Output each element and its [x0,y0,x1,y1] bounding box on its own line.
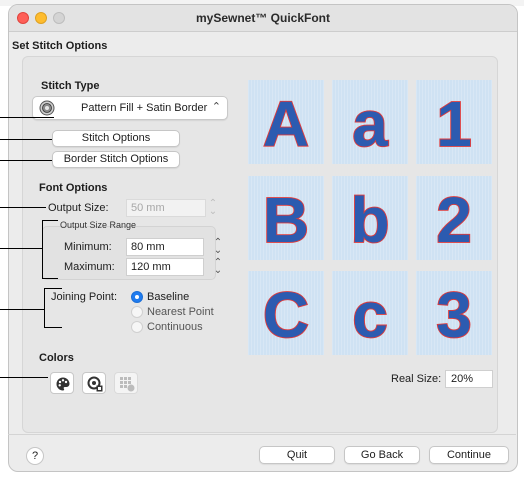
chevron-updown-icon: ⌃ [211,101,221,113]
joining-nearest-point-label: Nearest Point [147,306,214,318]
preview-tile: 2 [416,176,492,260]
preview-glyph: B [263,184,309,256]
preview-glyph: a [352,88,388,160]
callout-line-colors [0,377,48,378]
real-size-field[interactable]: 20% [445,370,493,388]
callout-line-size-range [0,248,42,249]
preview-glyph: 3 [436,279,472,351]
callout-line-output-size [0,207,46,208]
border-stitch-options-button[interactable]: Border Stitch Options [52,151,180,168]
output-size-range-heading: Output Size Range [60,220,137,230]
joining-baseline-label: Baseline [147,291,190,303]
palette-icon [56,377,70,391]
minimum-size-stepper[interactable]: ⌃ ⌄ [213,238,223,256]
joining-nearest-point-radio[interactable] [131,306,143,318]
stitch-type-select[interactable]: Pattern Fill + Satin Border ⌃ [32,96,228,120]
joining-point-label: Joining Point: [51,291,118,303]
preview-tile: 1 [416,80,492,164]
quit-button[interactable]: Quit [259,446,335,464]
fill-pattern-icon [39,100,55,116]
colors-heading: Colors [39,352,74,364]
output-size-label: Output Size: [48,202,109,214]
output-size-field[interactable]: 50 mm [126,199,206,217]
maximum-size-stepper[interactable]: ⌃ ⌄ [213,258,223,276]
maximum-size-field[interactable]: 120 mm [126,258,204,276]
joining-continuous-radio[interactable] [131,321,143,333]
footer-divider [8,434,516,435]
page-title: Set Stitch Options [12,40,108,52]
color-picker-button[interactable] [82,372,106,394]
callout-bracket-size-range [42,220,43,279]
color-grid-button[interactable] [114,372,138,394]
callout-line-stitch-options [0,139,52,140]
callout-bracket-joining-top [44,288,62,289]
continue-button[interactable]: Continue [429,446,509,464]
callout-bracket-joining [44,288,45,328]
color-picker-icon [87,376,103,392]
stitch-options-button[interactable]: Stitch Options [52,130,180,147]
minimum-label: Minimum: [64,241,112,253]
palette-button[interactable] [50,372,74,394]
output-size-stepper[interactable]: ⌃ ⌄ [208,199,218,217]
maximum-label: Maximum: [64,261,115,273]
stitch-type-value: Pattern Fill + Satin Border [81,102,208,114]
preview-tile: b [332,176,408,260]
preview-tile: a [332,80,408,164]
preview-glyph: 1 [436,88,472,160]
preview-glyph: C [263,279,309,351]
callout-line-border-options [0,160,52,161]
preview-tile: 3 [416,271,492,355]
go-back-button[interactable]: Go Back [344,446,420,464]
preview-glyph: 2 [436,184,472,256]
callout-line-stitch-type [0,117,54,118]
title-bar: mySewnet™ QuickFont [9,5,517,32]
preview-glyph: b [350,184,389,256]
joining-baseline-radio[interactable] [131,291,143,303]
callout-line-joining-point [0,309,44,310]
help-button[interactable]: ? [26,447,44,465]
callout-bracket-size-range-top [42,220,58,221]
real-size-label: Real Size: [391,373,442,385]
minimum-size-field[interactable]: 80 mm [126,238,204,256]
preview-tile: B [248,176,324,260]
stitch-type-heading: Stitch Type [41,80,100,92]
callout-bracket-joining-bottom [44,327,62,328]
preview-tile: C [248,271,324,355]
preview-tile: A [248,80,324,164]
window-title: mySewnet™ QuickFont [195,11,331,25]
font-options-heading: Font Options [39,182,108,194]
callout-bracket-size-range-bottom [42,278,58,279]
preview-glyph: c [352,279,388,351]
preview-glyph: A [263,88,309,160]
preview-tile: c [332,271,408,355]
color-grid-icon [120,377,135,392]
joining-continuous-label: Continuous [147,321,203,333]
